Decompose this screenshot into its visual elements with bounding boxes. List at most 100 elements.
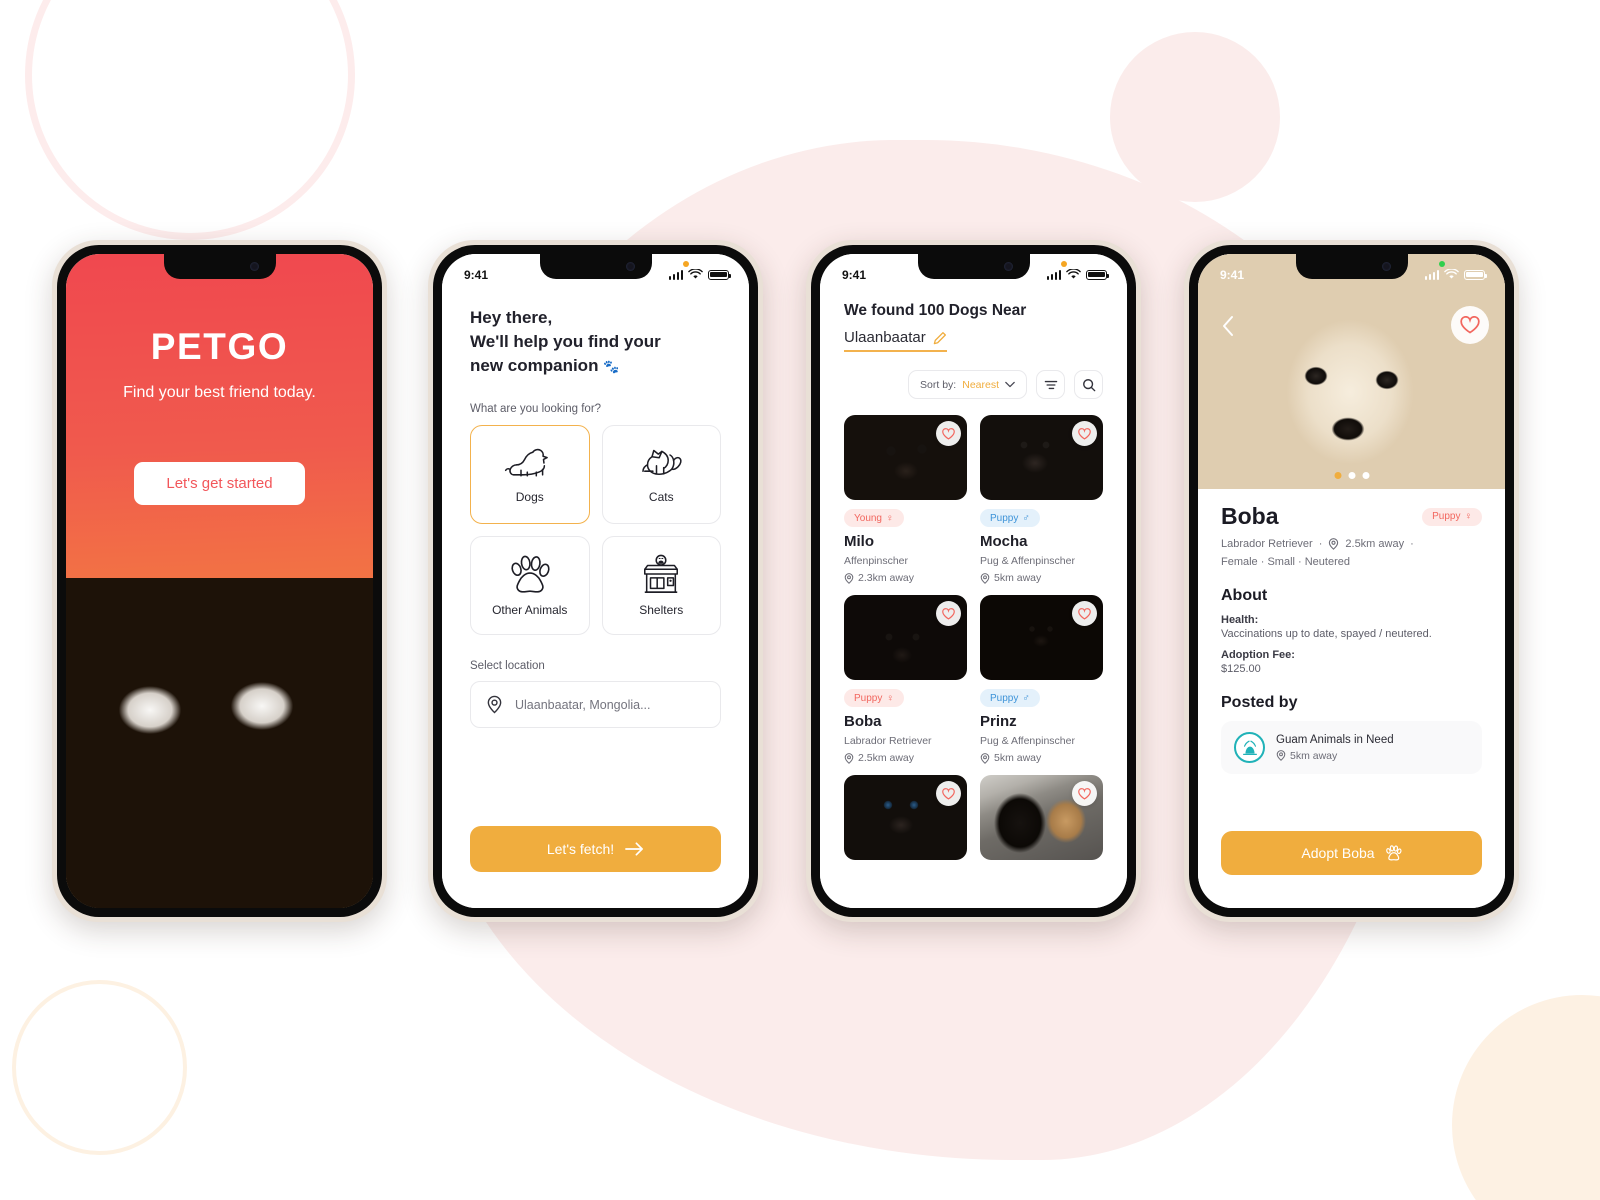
photo-carousel-dots[interactable] (1334, 472, 1369, 479)
pet-card-partial[interactable] (980, 775, 1103, 860)
filter-button[interactable] (1036, 370, 1065, 399)
pet-distance: 2.3km away (858, 572, 915, 584)
location-edit-control[interactable]: Ulaanbaatar (844, 329, 947, 352)
battery-icon (1086, 269, 1109, 280)
cellular-signal-icon (1046, 269, 1061, 280)
heart-icon (1078, 427, 1091, 440)
greeting-line-2: We'll help you find your (470, 332, 661, 352)
carousel-dot-2[interactable] (1348, 472, 1355, 479)
pet-breed: Pug & Affenpinscher (980, 555, 1075, 567)
category-label: Dogs (515, 490, 544, 505)
pet-distance: 5km away (994, 752, 1042, 764)
favorite-button[interactable] (936, 781, 961, 806)
pet-name: Boba (1221, 503, 1279, 529)
location-pin-icon (1329, 538, 1339, 550)
favorite-button[interactable] (936, 601, 961, 626)
heart-icon (942, 607, 955, 620)
health-value: Vaccinations up to date, spayed / neuter… (1221, 628, 1432, 640)
chevron-down-icon (1005, 381, 1015, 388)
battery-icon (708, 269, 731, 280)
search-icon (1082, 378, 1095, 391)
screen-splash: PETGO Find your best friend today. Let's… (66, 254, 373, 908)
shelter-logo-glyph (1242, 740, 1257, 755)
pet-badge: Puppy ♀ (844, 689, 904, 707)
lets-fetch-button[interactable]: Let's fetch! (470, 826, 721, 872)
pet-badge-label: Puppy (990, 512, 1019, 524)
shelter-distance-row: 5km away (1276, 750, 1394, 762)
status-time: 9:41 (1220, 267, 1245, 282)
app-tagline: Find your best friend today. (123, 384, 316, 401)
pet-gender-icon: ♂ (1022, 692, 1030, 704)
pet-distance: 2.5km away (1345, 538, 1405, 550)
pet-photo (980, 415, 1103, 500)
favorite-button[interactable] (936, 421, 961, 446)
heart-icon (1078, 787, 1091, 800)
pet-card-partial[interactable] (844, 775, 967, 860)
search-button[interactable] (1074, 370, 1103, 399)
pet-badge-label: Puppy (1432, 511, 1461, 522)
phone-mockup-onboarding: 9:41 Hey there, We'll help you find your… (428, 240, 763, 922)
location-pin-icon (1276, 750, 1286, 761)
favorite-button[interactable] (1072, 601, 1097, 626)
adopt-button[interactable]: Adopt Boba (1221, 831, 1482, 875)
pet-badge: Young ♀ (844, 509, 904, 527)
sort-by-value: Nearest (962, 378, 999, 391)
adoption-fee-label: Adoption Fee: (1221, 649, 1295, 661)
device-notch (917, 254, 1030, 279)
status-time: 9:41 (842, 267, 867, 282)
pet-hero-photo (1198, 254, 1505, 489)
adopt-button-label: Adopt Boba (1301, 845, 1375, 861)
category-option-other-animals[interactable]: Other Animals (470, 536, 590, 636)
carousel-dot-3[interactable] (1362, 472, 1369, 479)
shelter-name: Guam Animals in Need (1276, 733, 1394, 746)
status-time: 9:41 (464, 267, 489, 282)
about-heading: About (1221, 587, 1268, 604)
favorite-button[interactable] (1072, 421, 1097, 446)
shelter-card[interactable]: Guam Animals in Need 5km away (1221, 721, 1482, 774)
current-location: Ulaanbaatar (844, 329, 926, 346)
pet-badge-label: Puppy (990, 692, 1019, 704)
pet-name: Mocha (980, 533, 1028, 550)
pet-breed: Labrador Retriever (1221, 538, 1313, 550)
pet-name: Prinz (980, 713, 1017, 730)
pet-badge: Puppy ♀ (1422, 507, 1482, 526)
wifi-icon (1444, 269, 1459, 279)
category-option-dogs[interactable]: Dogs (470, 425, 590, 525)
get-started-button[interactable]: Let's get started (134, 462, 305, 505)
screen-onboarding: 9:41 Hey there, We'll help you find your… (442, 254, 749, 908)
pet-distance-row: 2.5km away (844, 752, 967, 764)
shelter-distance: 5km away (1290, 749, 1338, 762)
pet-card[interactable]: Young ♀ Milo Affenpinscher 2.3km away (844, 415, 967, 584)
sort-by-dropdown[interactable]: Sort by: Nearest (908, 370, 1027, 399)
category-label: Other Animals (492, 603, 568, 618)
paw-glyph-icon: 🐾 (603, 359, 619, 375)
back-button[interactable] (1214, 312, 1241, 339)
favorite-button[interactable] (1451, 306, 1489, 344)
pet-card[interactable]: Puppy ♀ Boba Labrador Retriever 2.5km aw… (844, 595, 967, 764)
pet-distance-row: 5km away (980, 752, 1103, 764)
location-input[interactable]: Ulaanbaatar, Mongolia... (470, 681, 721, 729)
carousel-dot-1[interactable] (1334, 472, 1341, 479)
screen-pet-detail: 9:41 Boba Puppy ♀ Labrador Retriever · 2… (1198, 254, 1505, 908)
heart-icon (942, 787, 955, 800)
heart-icon (1460, 316, 1480, 334)
front-camera (1381, 262, 1391, 271)
favorite-button[interactable] (1072, 781, 1097, 806)
location-pin-icon (487, 696, 502, 714)
location-pin-icon (980, 752, 990, 764)
pet-badge-label: Young (854, 512, 882, 524)
location-pin-icon (844, 572, 854, 584)
posted-by-heading: Posted by (1221, 694, 1298, 711)
category-option-cats[interactable]: Cats (601, 425, 721, 525)
pet-breed: Affenpinscher (844, 555, 909, 567)
chevron-left-icon (1222, 315, 1233, 336)
heart-icon (942, 427, 955, 440)
pet-card[interactable]: Puppy ♂ Mocha Pug & Affenpinscher 5km aw… (980, 415, 1103, 584)
category-option-shelters[interactable]: Shelters (601, 536, 721, 636)
phone-mockup-results: 9:41 We found 100 Dogs Near Ulaanbaatar (806, 240, 1141, 922)
phone-bezel: PETGO Find your best friend today. Let's… (57, 245, 382, 917)
pet-card[interactable]: Puppy ♂ Prinz Pug & Affenpinscher 5km aw… (980, 595, 1103, 764)
pet-badge-label: Puppy (854, 692, 883, 704)
screen-results: 9:41 We found 100 Dogs Near Ulaanbaatar (820, 254, 1127, 908)
device-notch (163, 254, 276, 279)
